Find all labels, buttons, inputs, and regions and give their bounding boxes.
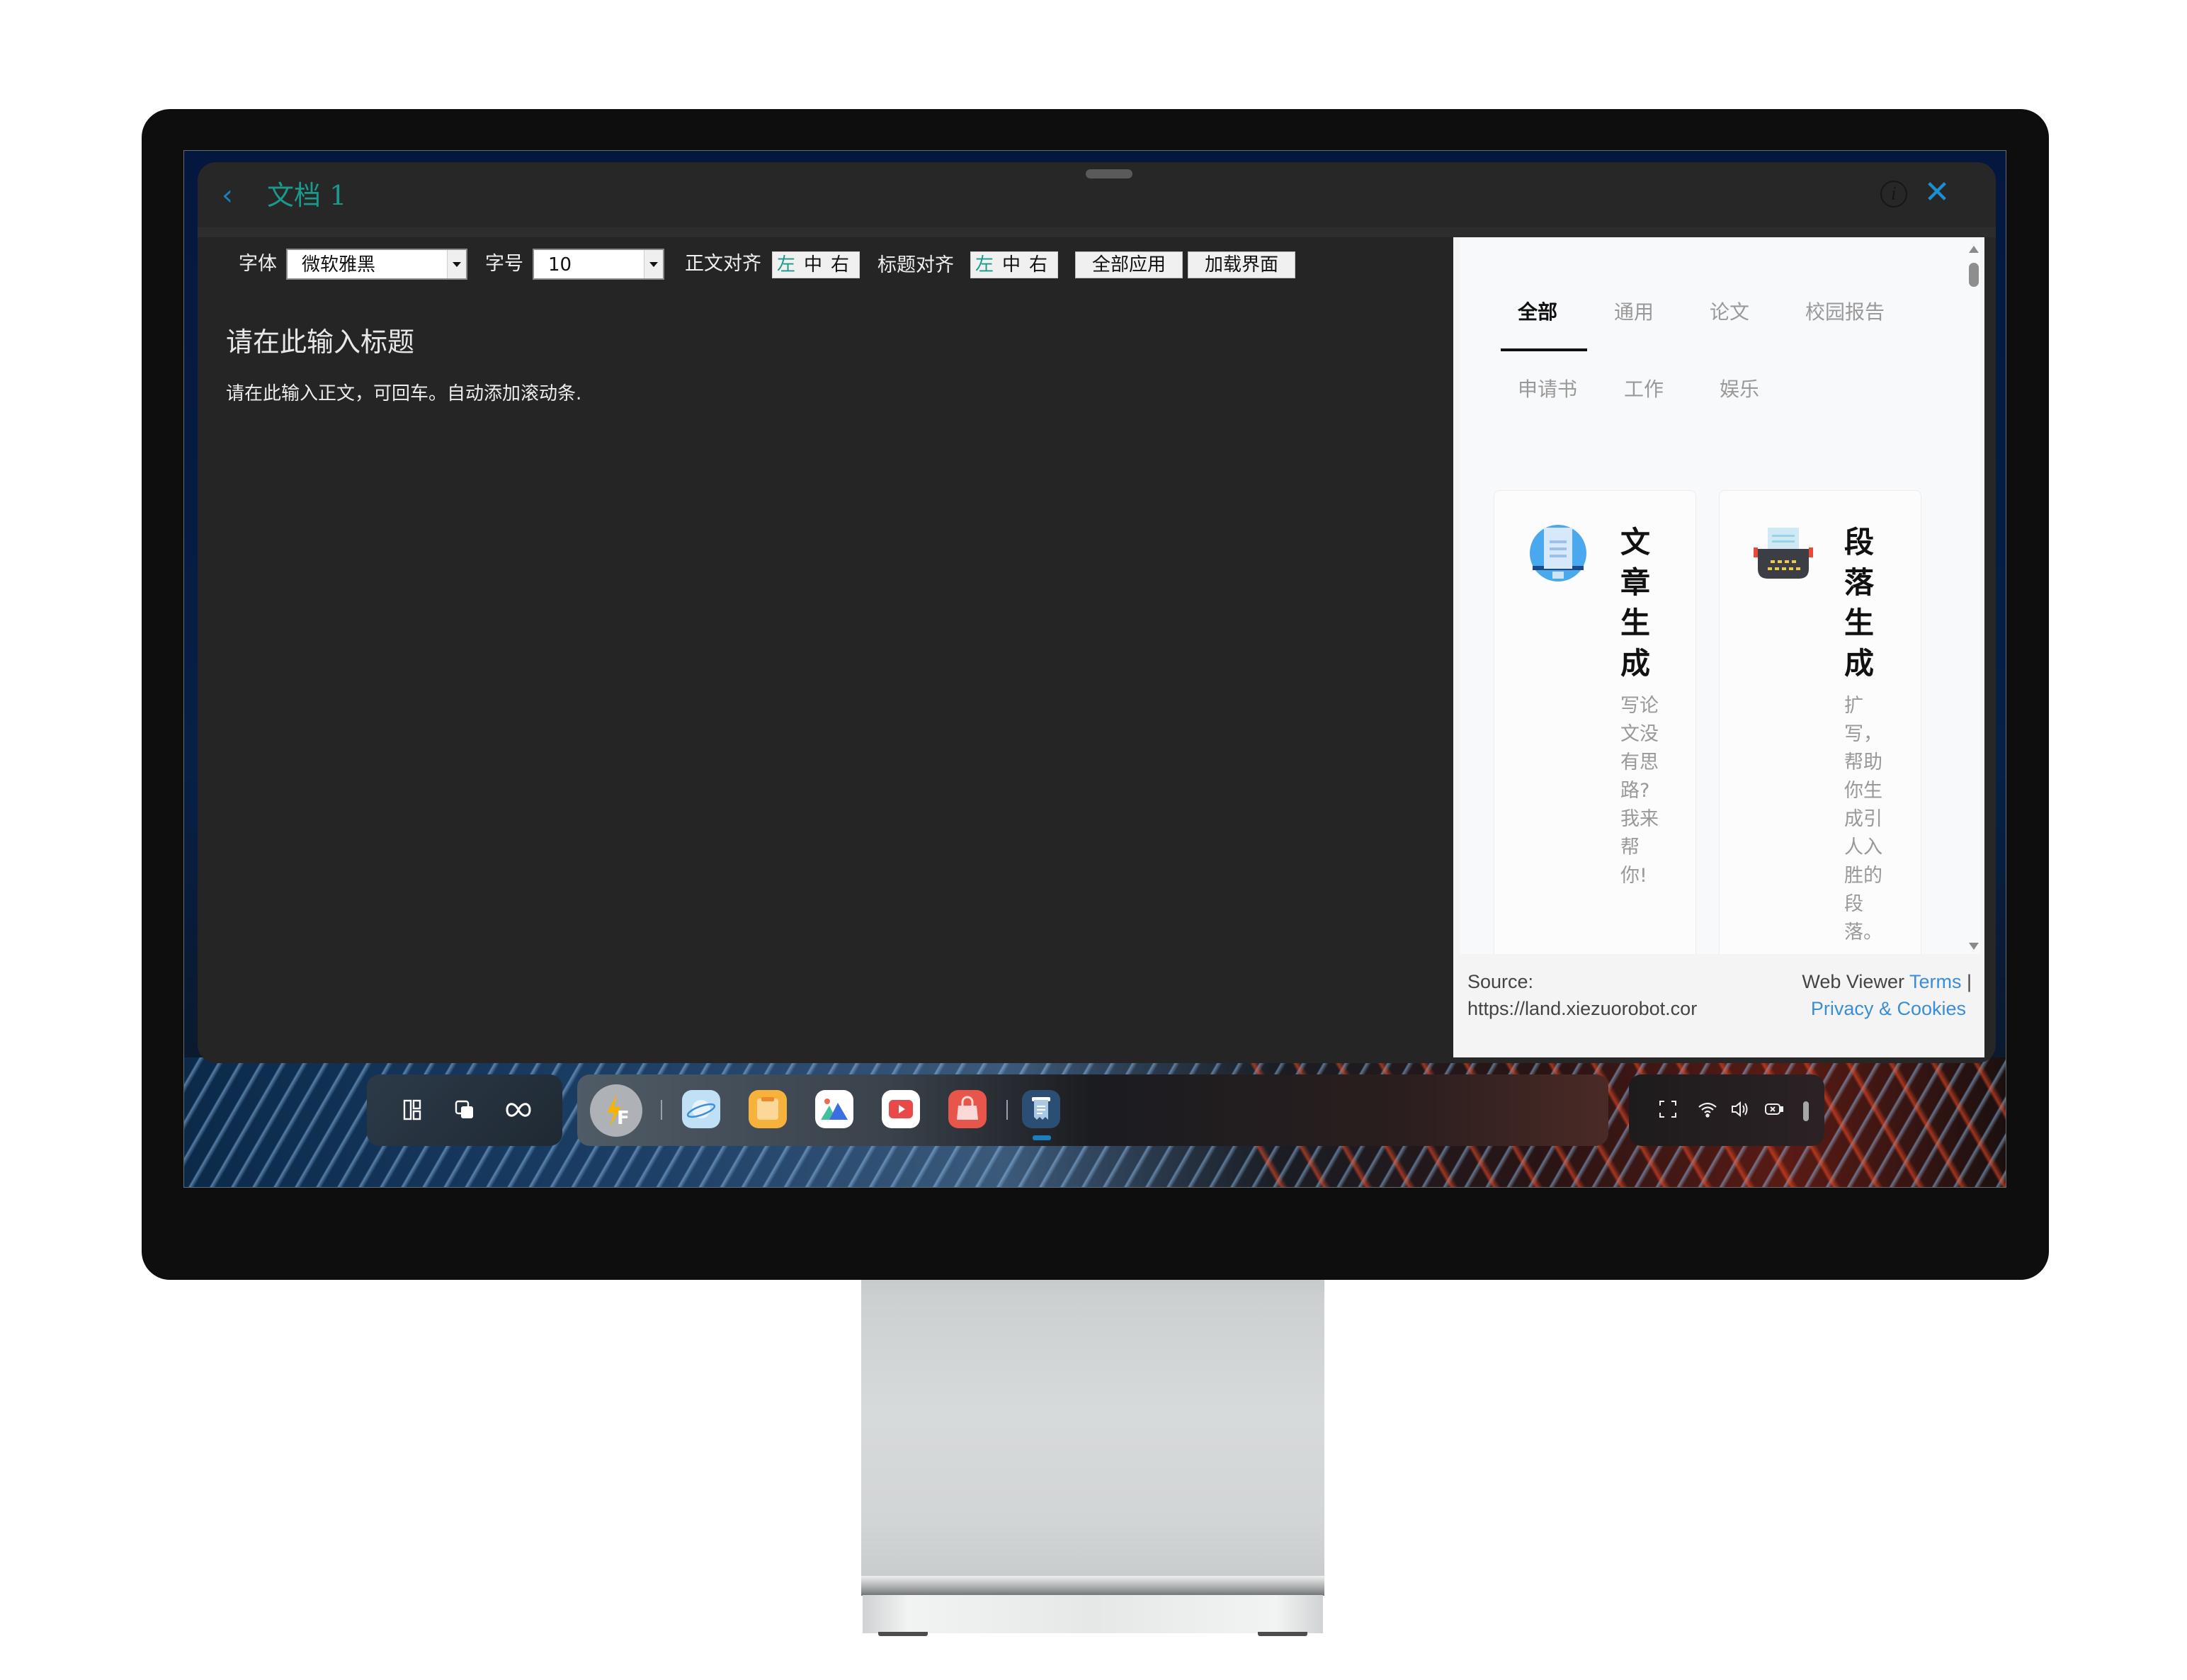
apply-all-button[interactable]: 全部应用 bbox=[1075, 251, 1183, 278]
source-label: Source: bbox=[1467, 971, 1534, 992]
viewer-terms-line: Web Viewer Terms | bbox=[1802, 968, 1972, 995]
stand-foot-right bbox=[1258, 1632, 1307, 1636]
scroll-down-arrow-icon[interactable] bbox=[1969, 943, 1979, 950]
title-align-left[interactable]: 左 bbox=[975, 252, 994, 278]
editor-pane: 字体 微软雅黑 字号 10 正文对齐 左 中 右 标题对齐 左 中 右 全部应用… bbox=[198, 237, 1454, 1063]
info-button[interactable]: i bbox=[1880, 181, 1907, 208]
volume-icon[interactable] bbox=[1729, 1099, 1751, 1120]
divider: | bbox=[1966, 971, 1972, 992]
infinity-icon[interactable] bbox=[504, 1097, 531, 1123]
body-input[interactable]: 请在此输入正文，可回车。自动添加滚动条. bbox=[226, 379, 581, 409]
taskbar-app-store[interactable] bbox=[948, 1090, 987, 1128]
receipt-document-icon bbox=[1032, 1097, 1050, 1120]
title-align-center[interactable]: 中 bbox=[1002, 252, 1021, 278]
card-paragraph-generation[interactable]: 段落生成 扩写，帮助你生成引人入胜的段落。 bbox=[1719, 490, 1921, 954]
active-tab-indicator bbox=[1501, 348, 1587, 351]
taskbar-separator bbox=[661, 1100, 662, 1120]
taskbar-app-gallery[interactable] bbox=[815, 1090, 853, 1128]
lightning-f-icon: F bbox=[607, 1094, 630, 1129]
chevron-left-icon: ‹ bbox=[222, 179, 233, 212]
close-button[interactable]: ✕ bbox=[1920, 175, 1954, 210]
web-viewer-footer: Source: https://land.xiezuorobot.cor Web… bbox=[1453, 954, 1984, 1057]
web-viewer-panel: 全部 通用 论文 校园报告 申请书 工作 娱乐 文章生成 写论文没有思路?我来帮… bbox=[1453, 237, 1984, 1057]
taskbar-apps-group: F bbox=[577, 1074, 1608, 1146]
card-title: 段落生成 bbox=[1844, 525, 1875, 681]
viewer-label: Web Viewer bbox=[1802, 971, 1904, 992]
planet-icon bbox=[686, 1100, 716, 1118]
screen: ‹ 文档 1 i ✕ 字体 微软雅黑 字号 10 正文对齐 左 中 右 标题对齐… bbox=[183, 150, 2006, 1188]
privacy-cookies-link[interactable]: Privacy & Cookies bbox=[1811, 995, 1966, 1022]
taskbar-app-document[interactable] bbox=[1022, 1090, 1060, 1128]
window-title: 文档 1 bbox=[267, 180, 347, 211]
layout-icon[interactable] bbox=[399, 1097, 425, 1123]
title-align-group: 左 中 右 bbox=[970, 251, 1058, 278]
body-align-right[interactable]: 右 bbox=[831, 252, 849, 278]
card-title: 文章生成 bbox=[1620, 525, 1651, 681]
tab-general[interactable]: 通用 bbox=[1614, 298, 1654, 327]
card-article-generation[interactable]: 文章生成 写论文没有思路?我来帮你! bbox=[1494, 490, 1696, 954]
monitor-document-icon bbox=[1528, 525, 1588, 584]
font-select-value: 微软雅黑 bbox=[302, 254, 376, 276]
body-align-center[interactable]: 中 bbox=[804, 252, 822, 278]
taskbar-app-video[interactable] bbox=[882, 1090, 920, 1128]
tab-work[interactable]: 工作 bbox=[1624, 375, 1664, 404]
stand-lip bbox=[861, 1576, 1324, 1596]
body-align-label: 正文对齐 bbox=[685, 253, 761, 275]
shopping-bag-icon bbox=[957, 1096, 978, 1120]
taskbar-left-group bbox=[367, 1074, 562, 1146]
typewriter-icon bbox=[1752, 525, 1814, 584]
body-align-left[interactable]: 左 bbox=[777, 252, 795, 278]
size-label: 字号 bbox=[485, 253, 523, 275]
terms-link[interactable]: Terms bbox=[1909, 971, 1962, 992]
screen-record-off-icon[interactable] bbox=[1763, 1099, 1785, 1120]
title-align-right[interactable]: 右 bbox=[1029, 252, 1047, 278]
tab-thesis[interactable]: 论文 bbox=[1710, 298, 1749, 327]
tab-application[interactable]: 申请书 bbox=[1518, 375, 1577, 404]
svg-text:F: F bbox=[617, 1108, 630, 1129]
card-description: 写论文没有思路?我来帮你! bbox=[1620, 695, 1659, 887]
body-align-group: 左 中 右 bbox=[772, 251, 860, 278]
title-separator bbox=[198, 227, 1996, 237]
source-url[interactable]: https://land.xiezuorobot.cor bbox=[1467, 995, 1697, 1022]
web-content: 全部 通用 论文 校园报告 申请书 工作 娱乐 文章生成 写论文没有思路?我来帮… bbox=[1460, 237, 1980, 954]
scroll-up-arrow-icon[interactable] bbox=[1969, 246, 1979, 253]
heading-input[interactable]: 请在此输入标题 bbox=[226, 322, 414, 362]
close-icon: ✕ bbox=[1924, 174, 1950, 210]
size-select-value: 10 bbox=[548, 254, 572, 276]
active-app-indicator bbox=[1033, 1135, 1051, 1140]
font-select[interactable]: 微软雅黑 bbox=[286, 249, 467, 280]
folder-icon bbox=[757, 1097, 778, 1120]
load-ui-button[interactable]: 加载界面 bbox=[1188, 251, 1295, 278]
info-icon: i bbox=[1891, 184, 1897, 204]
mountain-image-icon bbox=[821, 1099, 848, 1120]
font-label: 字体 bbox=[239, 253, 277, 275]
dropdown-arrow-icon[interactable] bbox=[644, 250, 663, 278]
title-align-label: 标题对齐 bbox=[877, 254, 954, 276]
tab-campus-report[interactable]: 校园报告 bbox=[1805, 298, 1885, 327]
taskbar-app-fast[interactable]: F bbox=[590, 1084, 642, 1137]
size-select[interactable]: 10 bbox=[533, 249, 664, 280]
dropdown-arrow-icon[interactable] bbox=[447, 250, 466, 278]
tab-entertainment[interactable]: 娱乐 bbox=[1720, 375, 1759, 404]
back-button[interactable]: ‹ bbox=[222, 178, 250, 213]
wifi-icon[interactable] bbox=[1697, 1099, 1718, 1120]
taskbar-app-browser[interactable] bbox=[682, 1090, 720, 1128]
play-icon bbox=[889, 1100, 913, 1118]
app-window: ‹ 文档 1 i ✕ 字体 微软雅黑 字号 10 正文对齐 左 中 右 标题对齐… bbox=[198, 162, 1996, 1063]
taskbar-separator bbox=[1006, 1100, 1008, 1120]
card-description: 扩写，帮助你生成引人入胜的段落。 bbox=[1844, 695, 1882, 943]
stand-base bbox=[863, 1595, 1323, 1633]
taskbar-app-files[interactable] bbox=[749, 1090, 787, 1128]
tab-all[interactable]: 全部 bbox=[1518, 298, 1557, 327]
notification-handle[interactable] bbox=[1803, 1101, 1809, 1121]
stand-foot-left bbox=[878, 1632, 928, 1636]
fullscreen-icon[interactable] bbox=[1657, 1099, 1678, 1120]
window-switch-icon[interactable] bbox=[452, 1097, 477, 1123]
window-drag-handle[interactable] bbox=[1086, 169, 1132, 178]
taskbar-system-group bbox=[1629, 1074, 1824, 1146]
scrollbar-thumb[interactable] bbox=[1969, 263, 1979, 287]
